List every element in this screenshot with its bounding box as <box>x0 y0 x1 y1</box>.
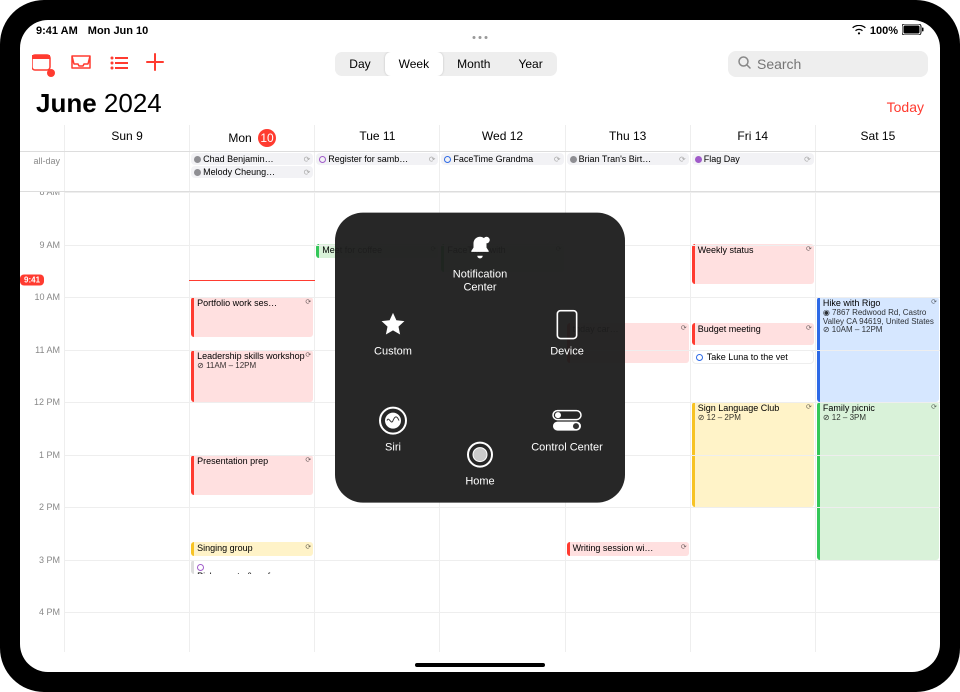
hour-label: 8 AM <box>39 192 60 197</box>
now-indicator: 9:41 <box>20 275 44 286</box>
at-home[interactable]: Home <box>440 438 520 489</box>
day-mon[interactable]: Mon 10 <box>189 125 314 151</box>
wifi-icon <box>852 25 866 38</box>
col-mon[interactable]: Portfolio work ses…⟳ Leadership skills wo… <box>189 192 314 652</box>
event[interactable]: Weekly status⟳ <box>692 244 814 284</box>
event[interactable]: Budget meeting⟳ <box>692 323 814 345</box>
hour-label: 3 PM <box>39 555 60 565</box>
bell-icon <box>463 231 497 265</box>
allday-row: all-day Chad Benjamin…⟳Melody Cheung…⟳Re… <box>20 152 940 192</box>
allday-event[interactable]: Melody Cheung…⟳ <box>191 166 313 178</box>
now-line <box>189 280 314 281</box>
battery-icon <box>902 24 924 38</box>
battery-pct: 100% <box>870 25 898 37</box>
allday-event[interactable]: Chad Benjamin…⟳ <box>191 153 313 165</box>
toggles-icon <box>550 404 584 438</box>
hour-gutter: 9:41 8 AM 9 AM 10 AM 11 AM 12 PM 1 PM 2 PM 3 PM… <box>20 192 64 652</box>
col-fri[interactable]: Weekly status⟳ Budget meeting⟳ Take Luna t… <box>690 192 815 652</box>
status-date: Mon Jun 10 <box>88 25 149 37</box>
calendar-icon[interactable] <box>32 53 52 76</box>
hour-label: 2 PM <box>39 502 60 512</box>
view-segmented-control[interactable]: DayWeekMonthYear <box>335 52 556 76</box>
status-time: 9:41 AM <box>36 25 78 37</box>
allday-col: Flag Day⟳ <box>690 152 815 191</box>
month-title: June 2024 <box>36 88 162 119</box>
search-input[interactable] <box>757 56 938 72</box>
allday-event[interactable]: Register for samb…⟳ <box>316 153 438 165</box>
event[interactable]: Family picnic⊘ 12 – 3PM⟳ <box>817 402 939 560</box>
col-sat[interactable]: Hike with Rigo◉ 7867 Redwood Rd, Castro … <box>815 192 940 652</box>
day-fri[interactable]: Fri 14 <box>690 125 815 151</box>
day-sun[interactable]: Sun 9 <box>64 125 189 151</box>
siri-icon <box>376 404 410 438</box>
allday-col: Register for samb…⟳ <box>314 152 439 191</box>
allday-event[interactable]: Brian Tran's Birt…⟳ <box>567 153 689 165</box>
days-header: Sun 9Mon 10Tue 11Wed 12Thu 13Fri 14Sat 1… <box>20 125 940 152</box>
allday-col: FaceTime Grandma⟳ <box>439 152 564 191</box>
event[interactable]: Singing group⟳ <box>191 542 313 556</box>
at-siri[interactable]: Siri <box>353 404 433 455</box>
search-icon <box>738 56 751 72</box>
allday-label: all-day <box>20 152 64 191</box>
at-control-center[interactable]: Control Center <box>527 404 607 455</box>
day-sat[interactable]: Sat 15 <box>815 125 940 151</box>
hour-label: 9 AM <box>39 240 60 250</box>
view-day[interactable]: Day <box>335 52 384 76</box>
inbox-icon[interactable] <box>70 54 92 75</box>
add-icon[interactable] <box>146 53 164 76</box>
col-sun[interactable] <box>64 192 189 652</box>
day-tue[interactable]: Tue 11 <box>314 125 439 151</box>
home-icon <box>463 438 497 472</box>
event[interactable]: Portfolio work ses…⟳ <box>191 297 313 337</box>
view-week[interactable]: Week <box>385 52 443 76</box>
event[interactable]: Writing session wi…⟳ <box>567 542 689 556</box>
day-thu[interactable]: Thu 13 <box>565 125 690 151</box>
day-wed[interactable]: Wed 12 <box>439 125 564 151</box>
hour-label: 4 PM <box>39 607 60 617</box>
allday-event[interactable]: FaceTime Grandma⟳ <box>441 153 563 165</box>
device-icon <box>550 308 584 342</box>
home-indicator[interactable] <box>415 663 545 667</box>
at-notification-center[interactable]: Notification Center <box>440 231 520 294</box>
hour-label: 12 PM <box>34 397 60 407</box>
list-icon[interactable] <box>110 54 128 75</box>
allday-event[interactable]: Flag Day⟳ <box>692 153 814 165</box>
assistivetouch-menu[interactable]: Notification Center Custom Device Siri C… <box>335 213 625 503</box>
multitask-dots[interactable] <box>473 36 488 39</box>
view-month[interactable]: Month <box>443 52 504 76</box>
at-custom[interactable]: Custom <box>353 308 433 359</box>
event[interactable]: Presentation prep⟳ <box>191 455 313 495</box>
today-button[interactable]: Today <box>887 99 924 115</box>
toolbar: DayWeekMonthYear <box>20 42 940 86</box>
at-device[interactable]: Device <box>527 308 607 359</box>
allday-col: Chad Benjamin…⟳Melody Cheung…⟳ <box>189 152 314 191</box>
allday-col: Brian Tran's Birt…⟳ <box>565 152 690 191</box>
event[interactable]: Leadership skills workshop⊘ 11AM – 12PM⟳ <box>191 350 313 402</box>
hour-label: 1 PM <box>39 450 60 460</box>
star-icon <box>376 308 410 342</box>
hour-label: 11 AM <box>35 345 60 355</box>
search-field[interactable] <box>728 51 928 77</box>
screen: 9:41 AM Mon Jun 10 100% DayWeekMonthYear <box>20 20 940 672</box>
view-year[interactable]: Year <box>504 52 556 76</box>
event[interactable]: Pick up arts & craf… <box>191 560 313 574</box>
ipad-frame: 9:41 AM Mon Jun 10 100% DayWeekMonthYear <box>0 0 960 692</box>
hour-label: 10 AM <box>34 292 60 302</box>
month-header: June 2024 Today <box>20 86 940 125</box>
allday-col <box>815 152 940 191</box>
allday-col <box>64 152 189 191</box>
event[interactable]: Take Luna to the vet <box>692 350 814 364</box>
